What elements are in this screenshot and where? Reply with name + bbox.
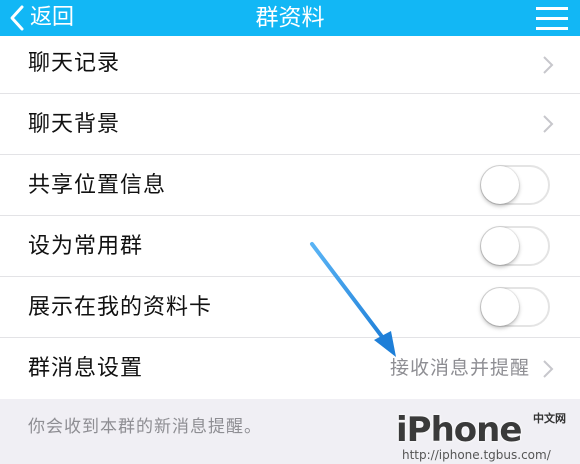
footer-note: 你会收到本群的新消息提醒。 — [28, 417, 262, 437]
row-label: 展示在我的资料卡 — [28, 295, 213, 320]
hamburger-menu-icon[interactable] — [536, 4, 568, 32]
chevron-right-icon — [543, 359, 554, 378]
row-label: 设为常用群 — [28, 234, 144, 259]
watermark-badge: 中文网 — [533, 412, 566, 425]
row-group-message-settings[interactable]: 群消息设置 接收消息并提醒 — [0, 338, 580, 399]
row-label: 聊天记录 — [28, 51, 121, 76]
toggle-knob — [481, 227, 519, 265]
row-label: 聊天背景 — [28, 112, 121, 137]
chevron-right-icon — [543, 55, 554, 74]
row-label: 群消息设置 — [28, 356, 144, 381]
row-set-frequent-group: 设为常用群 — [0, 216, 580, 277]
toggle-knob — [481, 288, 519, 326]
frequent-group-toggle[interactable] — [480, 226, 550, 266]
watermark: iPhone 中文网 http://iphone.tgbus.com/ — [396, 410, 566, 464]
row-show-on-profile: 展示在我的资料卡 — [0, 277, 580, 338]
settings-list: 聊天记录 聊天背景 共享位置信息 设为常用群 展示在我的资料卡 群消息设置 接收… — [0, 36, 580, 399]
toggle-knob — [481, 166, 519, 204]
message-setting-value: 接收消息并提醒 — [389, 357, 530, 379]
row-chat-history[interactable]: 聊天记录 — [0, 36, 580, 94]
watermark-url: http://iphone.tgbus.com/ — [402, 448, 551, 462]
row-label: 共享位置信息 — [28, 173, 167, 198]
row-share-location: 共享位置信息 — [0, 155, 580, 216]
page-title: 群资料 — [255, 5, 325, 31]
navigation-bar: 返回 群资料 — [0, 0, 580, 36]
watermark-logo: iPhone — [396, 410, 522, 450]
share-location-toggle[interactable] — [480, 165, 550, 205]
chevron-right-icon — [543, 115, 554, 133]
row-chat-background[interactable]: 聊天背景 — [0, 94, 580, 155]
show-on-profile-toggle[interactable] — [480, 287, 550, 327]
